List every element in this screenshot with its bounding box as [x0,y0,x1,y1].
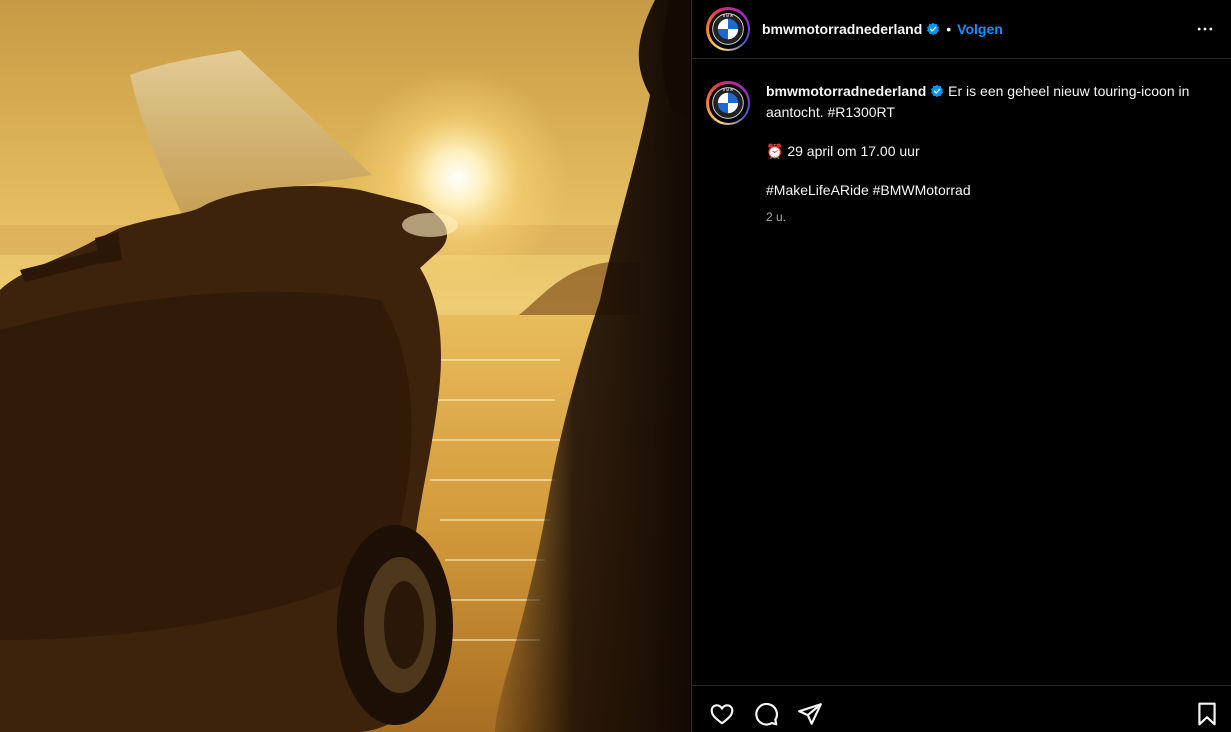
bmw-logo-icon: B M W [711,12,745,46]
more-options-icon [1197,27,1213,31]
bmw-logo-icon: B M W [711,86,745,120]
avatar-inner: B M W [708,9,748,49]
follow-button[interactable]: Volgen [957,21,1003,37]
alarm-clock-icon: ⏰ [766,143,784,159]
post-actions-bar [692,685,1231,732]
more-options-button[interactable] [1193,17,1217,41]
bookmark-icon [1198,702,1216,726]
author-username[interactable]: bmwmotorradnederland [762,21,922,37]
like-button[interactable] [708,700,736,728]
verified-badge-icon [931,84,944,98]
caption-text: bmwmotorradnederland Er is een geheel ni… [766,81,1217,228]
post-image[interactable] [0,0,691,732]
caption-username[interactable]: bmwmotorradnederland [766,83,926,99]
verified-badge-icon [927,22,940,36]
comment-button[interactable] [752,700,780,728]
instagram-post-modal: B M W bmwmotorradnederland • Volgen B M … [0,0,1231,732]
avatar[interactable]: B M W [706,7,750,51]
post-timestamp[interactable]: 2 u. [766,207,1217,228]
svg-text:B M W: B M W [723,88,734,92]
caption-avatar[interactable]: B M W [706,81,750,125]
caption-avatar-inner: B M W [708,83,748,123]
caption-hashtags[interactable]: #MakeLifeARide #BMWMotorrad [766,180,1217,201]
share-icon [798,703,822,725]
caption-line-1: bmwmotorradnederland Er is een geheel ni… [766,81,1217,123]
caption-line-2: ⏰ 29 april om 17.00 uur [766,141,1217,162]
comment-icon [755,702,778,726]
heart-icon [710,704,734,725]
separator-dot: • [946,21,952,37]
svg-text:B M W: B M W [723,14,734,18]
post-header: B M W bmwmotorradnederland • Volgen [692,0,1231,59]
post-caption: B M W bmwmotorradnederland Er is een geh… [692,59,1231,228]
caption-gap [766,162,1217,180]
motorcycle-sunset-image [0,0,691,732]
caption-event-time: 29 april om 17.00 uur [787,143,920,159]
caption-gap [766,123,1217,141]
share-button[interactable] [796,700,824,728]
save-button[interactable] [1193,700,1221,728]
post-side-panel: B M W bmwmotorradnederland • Volgen B M … [691,0,1231,732]
